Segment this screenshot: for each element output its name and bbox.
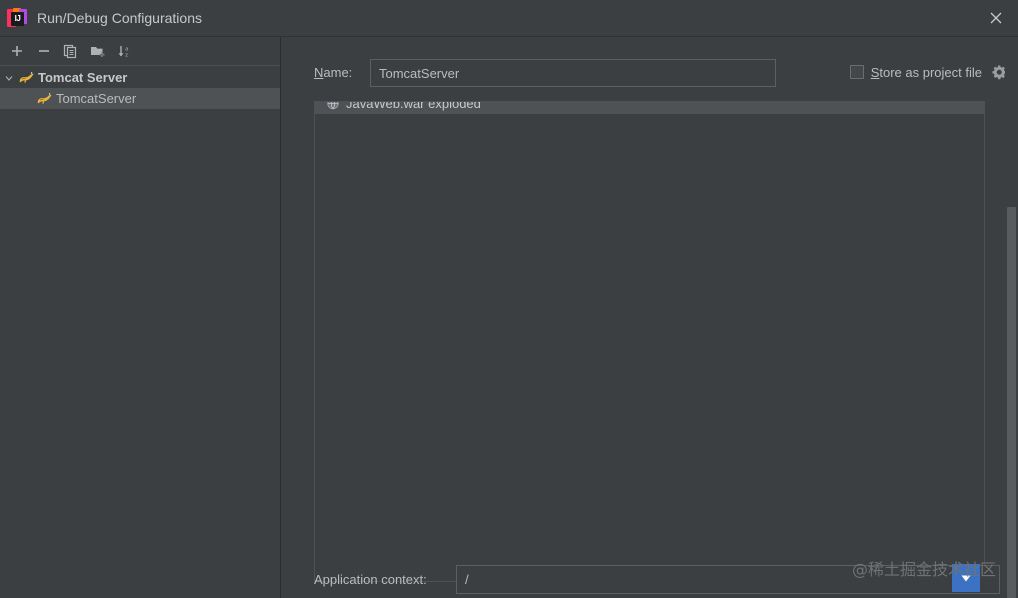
name-label: Name: (314, 65, 352, 80)
store-label-rest: tore as project file (879, 65, 982, 80)
tree-item-label: Tomcat Server (38, 70, 127, 85)
application-context-input[interactable] (456, 565, 1000, 594)
scroll-down-button[interactable] (952, 564, 980, 592)
tree-item-tomcat-server-group[interactable]: Tomcat Server (0, 67, 280, 88)
store-as-project-file-row: Store as project file (850, 63, 1008, 81)
tree-item-tomcatserver[interactable]: TomcatServer (0, 88, 280, 109)
triangle-down-icon (959, 571, 973, 585)
configurations-tree: Tomcat Server TomcatServer (0, 66, 280, 109)
remove-configuration-button[interactable] (30, 39, 57, 63)
artifact-icon (325, 101, 341, 111)
store-as-project-file-label[interactable]: Store as project file (871, 65, 982, 80)
tomcat-icon (36, 91, 53, 106)
add-configuration-button[interactable] (3, 39, 30, 63)
name-input[interactable] (370, 59, 776, 87)
configuration-editor-panel: Name: Store as project file (282, 37, 1018, 598)
copy-configuration-button[interactable] (57, 39, 84, 63)
tomcat-icon (18, 70, 35, 85)
close-icon[interactable] (973, 0, 1018, 36)
svg-text:a: a (125, 46, 129, 52)
tree-item-label: TomcatServer (56, 91, 136, 106)
scrollbar-thumb[interactable] (1007, 207, 1016, 598)
sort-alphabetically-icon[interactable]: a z (111, 39, 138, 63)
title-bar: IJ Run/Debug Configurations (0, 0, 1018, 37)
folder-add-icon[interactable] (84, 39, 111, 63)
application-context-label: Application context: (314, 572, 427, 587)
sidebar-toolbar: a z (0, 37, 280, 66)
deployment-list-item[interactable]: JavaWeb.war exploded (315, 101, 984, 114)
svg-text:z: z (125, 52, 128, 58)
store-as-project-file-checkbox[interactable] (850, 65, 864, 79)
run-debug-configurations-dialog: IJ Run/Debug Configurations (0, 0, 1018, 598)
vertical-scrollbar[interactable] (1005, 37, 1018, 598)
logo-text: IJ (11, 12, 24, 26)
configurations-sidebar: a z (0, 37, 281, 598)
window-title: Run/Debug Configurations (37, 10, 202, 26)
deployment-list-panel[interactable]: JavaWeb.war exploded (314, 101, 985, 582)
name-label-mnemonic: N (314, 65, 323, 80)
name-label-rest: ame: (323, 65, 352, 80)
deployment-list-item-label: JavaWeb.war exploded (346, 101, 481, 111)
chevron-down-icon[interactable] (0, 73, 18, 83)
intellij-idea-logo-icon: IJ (7, 8, 27, 28)
application-context-row: Application context: (282, 565, 1018, 595)
